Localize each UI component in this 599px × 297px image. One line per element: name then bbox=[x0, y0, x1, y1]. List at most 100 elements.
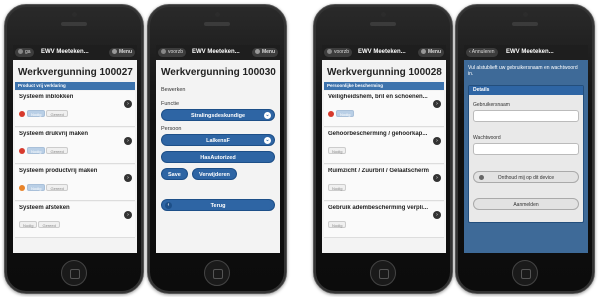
person-label: Persoon bbox=[161, 126, 182, 132]
chevron-right-icon[interactable]: › bbox=[433, 174, 441, 182]
password-label: Wachtwoord bbox=[473, 135, 501, 141]
menu-icon bbox=[111, 48, 117, 54]
list-item[interactable]: Systeem productvrij maken Nodig Gereed › bbox=[15, 165, 135, 201]
item-title: Veiligheidshem, bril en schoenen... bbox=[328, 94, 428, 100]
list-item[interactable]: Gehoorbescherming / gehoorkap... Nodig › bbox=[324, 128, 444, 164]
save-button[interactable]: Save bbox=[161, 168, 188, 180]
back-button[interactable]: voorzb bbox=[324, 48, 353, 57]
chevron-right-icon[interactable]: › bbox=[433, 100, 441, 108]
screen-3: voorzb EWV Meeteken... Menu Werkvergunni… bbox=[322, 45, 446, 253]
username-label: Gebruikersnaam bbox=[473, 102, 510, 108]
phone-frame-4: ‹ Annuleren EWV Meeteken... Vul alstubli… bbox=[455, 4, 595, 294]
speaker-grille bbox=[204, 22, 230, 26]
login-label: Aanmelden bbox=[513, 202, 539, 208]
status-orange-icon bbox=[19, 184, 25, 191]
screen-4: ‹ Annuleren EWV Meeteken... Vul alstubli… bbox=[464, 45, 588, 253]
item-title: Systeem afsteken bbox=[19, 205, 70, 211]
item-title: Systeem drukvrij maken bbox=[19, 131, 89, 137]
home-button[interactable] bbox=[370, 260, 396, 286]
speaker-grille bbox=[370, 22, 396, 26]
app-title: EWV Meeteken... bbox=[41, 49, 89, 55]
cancel-button[interactable]: ‹ Annuleren bbox=[466, 48, 498, 57]
nodig-button[interactable]: Nodig bbox=[27, 184, 46, 192]
page-title: Werkvergunning 100030 bbox=[161, 67, 276, 78]
app-header: ga EWV Meeteken... Menu bbox=[13, 45, 137, 60]
page-title: Werkvergunning 100027 bbox=[18, 67, 133, 78]
app-title: EWV Meeteken... bbox=[506, 49, 554, 55]
nodig-button[interactable]: Nodig bbox=[328, 221, 347, 229]
checkbox-icon bbox=[479, 175, 484, 180]
menu-button[interactable]: Menu bbox=[108, 48, 135, 57]
list-item[interactable]: Systeem afsteken Nodig Gereed › bbox=[15, 202, 135, 238]
item-title: Systeem inblokken bbox=[19, 94, 74, 100]
authorized-button[interactable]: HasAutorized bbox=[161, 151, 275, 163]
password-field[interactable] bbox=[473, 143, 579, 155]
speaker-grille bbox=[512, 22, 538, 26]
gereed-button[interactable]: Gereed bbox=[46, 110, 68, 118]
remember-toggle[interactable]: Onthoud mij op dit device bbox=[473, 171, 579, 183]
delete-label: Verwijderen bbox=[199, 172, 230, 178]
login-panel: Details Gebruikersnaam Wachtwoord Onthou… bbox=[468, 85, 584, 223]
list-item[interactable]: Gebruik adembescherming verpli... Nodig … bbox=[324, 202, 444, 238]
app-header: voorzb EWV Meeteken... Menu bbox=[322, 45, 446, 60]
home-button[interactable] bbox=[204, 260, 230, 286]
nodig-button[interactable]: Nodig bbox=[328, 147, 347, 155]
home-button[interactable] bbox=[61, 260, 87, 286]
function-value: Stralingsdeskundige bbox=[190, 113, 246, 119]
panel-title: Details bbox=[469, 86, 583, 95]
delete-button[interactable]: Verwijderen bbox=[192, 168, 237, 180]
chevron-right-icon[interactable]: › bbox=[124, 100, 132, 108]
back-nav-label: Terug bbox=[210, 203, 226, 209]
menu-button[interactable]: Menu bbox=[251, 48, 278, 57]
remember-label: Onthoud mij op dit device bbox=[497, 175, 555, 181]
list-item[interactable]: Systeem drukvrij maken Nodig Gereed › bbox=[15, 128, 135, 164]
gereed-button[interactable]: Gereed bbox=[38, 221, 60, 229]
list-item[interactable]: Systeem inblokken Nodig Gereed › bbox=[15, 91, 135, 127]
login-hint: Vul alstublieft uw gebruikersnaam en wac… bbox=[468, 65, 578, 77]
gereed-button[interactable]: Gereed bbox=[46, 147, 68, 155]
authorized-label: HasAutorized bbox=[200, 155, 236, 161]
list-item[interactable]: Ruimzicht / Zuurbril / Gelaatscherm Nodi… bbox=[324, 165, 444, 201]
chevron-right-icon[interactable]: › bbox=[433, 137, 441, 145]
app-title: EWV Meeteken... bbox=[192, 49, 240, 55]
function-select[interactable]: Stralingsdeskundige ⌄ bbox=[161, 109, 275, 121]
screen-1: ga EWV Meeteken... Menu Werkvergunning 1… bbox=[13, 45, 137, 253]
username-field[interactable] bbox=[473, 110, 579, 122]
menu-icon bbox=[420, 48, 426, 54]
nodig-button[interactable]: Nodig bbox=[19, 221, 38, 229]
list-item[interactable]: Veiligheidshem, bril en schoenen... Nodi… bbox=[324, 91, 444, 127]
page-title: Werkvergunning 100028 bbox=[327, 67, 442, 78]
chevron-right-icon[interactable]: › bbox=[124, 174, 132, 182]
back-nav-button[interactable]: ‹ Terug bbox=[161, 199, 275, 211]
nodig-button[interactable]: Nodig bbox=[336, 110, 355, 118]
menu-label: Menu bbox=[261, 49, 275, 55]
menu-button[interactable]: Menu bbox=[417, 48, 444, 57]
login-button[interactable]: Aanmelden bbox=[473, 198, 579, 210]
gereed-button[interactable]: Gereed bbox=[46, 184, 68, 192]
nodig-button[interactable]: Nodig bbox=[328, 184, 347, 192]
back-button[interactable]: voorzb bbox=[158, 48, 187, 57]
back-arrow-icon: ‹ bbox=[165, 202, 172, 209]
camera-dot bbox=[523, 12, 528, 17]
edit-label: Bewerken bbox=[161, 87, 186, 93]
chevron-right-icon[interactable]: › bbox=[124, 211, 132, 219]
chevron-right-icon[interactable]: › bbox=[433, 211, 441, 219]
back-label: voorzb bbox=[334, 49, 350, 55]
speaker-grille bbox=[61, 22, 87, 26]
phone-frame-1: ga EWV Meeteken... Menu Werkvergunning 1… bbox=[4, 4, 144, 294]
person-select[interactable]: LalkensF ⌄ bbox=[161, 134, 275, 146]
back-label: voorzb bbox=[168, 49, 184, 55]
phone-frame-2: voorzb EWV Meeteken... Menu Werkvergunni… bbox=[147, 4, 287, 294]
app-header: voorzb EWV Meeteken... Menu bbox=[156, 45, 280, 60]
chevron-down-icon: ⌄ bbox=[264, 112, 271, 119]
nodig-button[interactable]: Nodig bbox=[27, 110, 46, 118]
nodig-button[interactable]: Nodig bbox=[27, 147, 46, 155]
phone-frame-3: voorzb EWV Meeteken... Menu Werkvergunni… bbox=[313, 4, 453, 294]
back-button[interactable]: ga bbox=[15, 48, 34, 57]
chevron-down-icon: ⌄ bbox=[264, 137, 271, 144]
section-header: Persoonlijke bescherming bbox=[324, 82, 444, 90]
back-icon bbox=[327, 48, 332, 54]
home-button[interactable] bbox=[512, 260, 538, 286]
app-title: EWV Meeteken... bbox=[358, 49, 406, 55]
chevron-right-icon[interactable]: › bbox=[124, 137, 132, 145]
